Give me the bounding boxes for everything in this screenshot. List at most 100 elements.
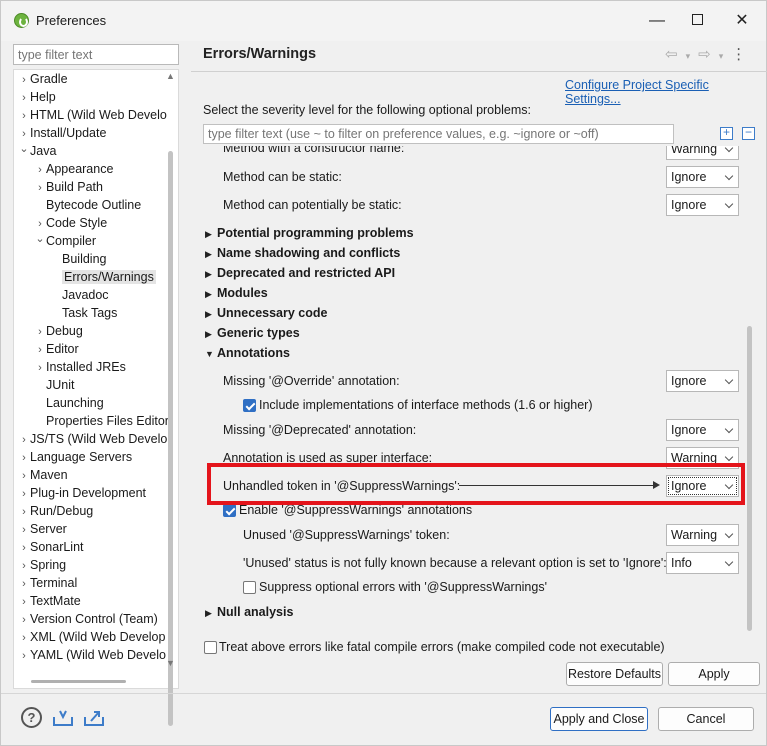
tree-item[interactable]: › Server	[18, 520, 67, 538]
apply-button[interactable]: Apply	[668, 662, 760, 686]
scroll-up-icon[interactable]: ▲	[166, 71, 175, 81]
tree-item[interactable]: ⌄Java	[18, 142, 56, 160]
suppress-optional-checkbox[interactable]	[243, 581, 256, 594]
chevron-right-icon[interactable]: ›	[18, 89, 30, 107]
forward-menu-icon[interactable]: ▾	[719, 51, 726, 61]
options-filter-input[interactable]	[203, 124, 674, 144]
method-potentially-static-combo[interactable]: Ignore	[666, 194, 739, 216]
chevron-right-icon[interactable]: ›	[18, 647, 30, 665]
section-modules[interactable]: ▶ Modules	[205, 286, 268, 300]
chevron-right-icon[interactable]: ›	[18, 611, 30, 629]
tree-filter-input[interactable]	[13, 44, 179, 65]
tree-item[interactable]: Building	[50, 250, 106, 268]
section-name-shadowing[interactable]: ▶ Name shadowing and conflicts	[205, 246, 400, 260]
method-constructor-name-combo[interactable]: Warning	[666, 146, 739, 160]
chevron-down-icon[interactable]: ⌄	[34, 230, 46, 248]
missing-override-combo[interactable]: Ignore	[666, 370, 739, 392]
tree-item[interactable]: › XML (Wild Web Develop	[18, 628, 165, 646]
cancel-button[interactable]: Cancel	[658, 707, 754, 731]
collapse-all-icon[interactable]	[742, 125, 755, 140]
tree-item[interactable]: › Language Servers	[18, 448, 132, 466]
chevron-right-icon[interactable]: ›	[34, 359, 46, 377]
chevron-right-icon[interactable]: ›	[34, 161, 46, 179]
import-icon[interactable]	[52, 709, 74, 727]
expand-all-icon[interactable]	[720, 125, 733, 140]
configure-project-specific-link[interactable]: Configure Project Specific Settings...	[565, 78, 766, 106]
chevron-right-icon[interactable]: ›	[18, 575, 30, 593]
unused-status-combo[interactable]: Info	[666, 552, 739, 574]
tree-item[interactable]: › HTML (Wild Web Develo	[18, 106, 167, 124]
chevron-right-icon[interactable]: ›	[18, 431, 30, 449]
tree-item[interactable]: › Plug-in Development	[18, 484, 146, 502]
tree-item[interactable]: › Appearance	[34, 160, 113, 178]
tree-item[interactable]: › Terminal	[18, 574, 77, 592]
treat-fatal-checkbox[interactable]	[204, 641, 217, 654]
tree-item[interactable]: › YAML (Wild Web Develo	[18, 646, 166, 664]
section-null-analysis[interactable]: ▶ Null analysis	[205, 605, 293, 619]
chevron-right-icon[interactable]: ›	[18, 593, 30, 611]
chevron-down-icon[interactable]: ⌄	[18, 140, 30, 158]
chevron-right-icon[interactable]: ›	[18, 467, 30, 485]
tree-item[interactable]: ⌄Compiler	[34, 232, 96, 250]
tree-item[interactable]: › Spring	[18, 556, 66, 574]
section-unnecessary-code[interactable]: ▶ Unnecessary code	[205, 306, 327, 320]
chevron-right-icon[interactable]: ›	[18, 449, 30, 467]
tree-horizontal-scrollbar[interactable]	[31, 680, 126, 683]
close-button[interactable]: ✕	[722, 8, 762, 34]
section-generic-types[interactable]: ▶ Generic types	[205, 326, 300, 340]
forward-arrow-icon[interactable]: ⇨	[698, 46, 713, 63]
maximize-button[interactable]	[677, 8, 717, 34]
apply-and-close-button[interactable]: Apply and Close	[550, 707, 648, 731]
tree-item[interactable]: › Maven	[18, 466, 67, 485]
tree-item[interactable]: JUnit	[34, 376, 74, 394]
section-potential-programming-problems[interactable]: ▶ Potential programming problems	[205, 226, 414, 240]
chevron-right-icon[interactable]: ›	[18, 71, 30, 89]
help-icon[interactable]: ?	[21, 707, 42, 728]
enable-suppress-checkbox[interactable]	[223, 504, 236, 517]
settings-scrollbar-thumb[interactable]	[747, 326, 752, 631]
chevron-right-icon[interactable]: ›	[18, 521, 30, 539]
back-menu-icon[interactable]: ▾	[686, 51, 693, 61]
scroll-down-icon[interactable]: ▼	[166, 658, 175, 668]
view-menu-icon[interactable]: ⋮	[731, 46, 748, 63]
back-arrow-icon[interactable]: ⇦	[665, 46, 680, 63]
missing-deprecated-combo[interactable]: Ignore	[666, 419, 739, 441]
method-static-combo[interactable]: Ignore	[666, 166, 739, 188]
tree-vertical-scrollbar[interactable]: ▲ ▼	[166, 71, 176, 726]
tree-item[interactable]: › Version Control (Team)	[18, 610, 158, 628]
chevron-right-icon[interactable]: ›	[18, 503, 30, 521]
tree-item[interactable]: › JS/TS (Wild Web Develo	[18, 430, 167, 448]
tree-item[interactable]: Javadoc	[50, 286, 109, 304]
tree-item[interactable]: Bytecode Outline	[34, 196, 141, 214]
chevron-right-icon[interactable]: ›	[18, 557, 30, 575]
unused-token-combo[interactable]: Warning	[666, 524, 739, 546]
chevron-right-icon[interactable]: ›	[18, 629, 30, 647]
tree-item[interactable]: › TextMate	[18, 592, 81, 610]
tree-item[interactable]: › Run/Debug	[18, 502, 93, 520]
minimize-button[interactable]: —	[637, 8, 677, 34]
chevron-right-icon[interactable]: ›	[34, 341, 46, 359]
chevron-right-icon[interactable]: ›	[18, 539, 30, 557]
tree-item[interactable]: Properties Files Editor	[34, 412, 169, 430]
tree-item[interactable]: › Install/Update	[18, 124, 106, 142]
tree-item[interactable]: Launching	[34, 394, 104, 412]
include-impl-checkbox[interactable]	[243, 399, 256, 412]
tree-item[interactable]: › Build Path	[34, 178, 103, 196]
tree-item[interactable]: › Installed JREs	[34, 358, 126, 376]
tree-item[interactable]: › Debug	[34, 322, 83, 340]
chevron-right-icon[interactable]: ›	[34, 323, 46, 341]
section-annotations[interactable]: ▼ Annotations	[205, 346, 290, 360]
tree-item[interactable]: Errors/Warnings	[50, 268, 156, 286]
scrollbar-thumb[interactable]	[168, 151, 173, 726]
tree-item[interactable]: › SonarLint	[18, 538, 83, 557]
chevron-right-icon[interactable]: ›	[18, 107, 30, 125]
chevron-right-icon[interactable]: ›	[34, 179, 46, 197]
section-deprecated-api[interactable]: ▶ Deprecated and restricted API	[205, 266, 395, 280]
export-icon[interactable]	[83, 709, 105, 727]
tree-item[interactable]: › Gradle	[18, 70, 67, 89]
tree-item[interactable]: › Help	[18, 88, 56, 106]
chevron-right-icon[interactable]: ›	[18, 485, 30, 503]
tree-item[interactable]: › Editor	[34, 340, 79, 358]
restore-defaults-button[interactable]: Restore Defaults	[566, 662, 663, 686]
tree-item[interactable]: Task Tags	[50, 304, 117, 322]
